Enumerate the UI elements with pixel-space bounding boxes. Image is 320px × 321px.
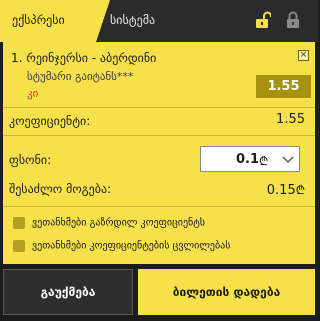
- coefficient-label: კოეფიციენტი:: [9, 114, 91, 128]
- close-icon[interactable]: ×: [298, 50, 309, 61]
- lock-closed-icon[interactable]: [286, 11, 300, 29]
- currency-icon: ₾: [259, 154, 269, 168]
- tab-express-notch: [96, 0, 110, 42]
- accept-odds-changes-label[interactable]: ვეთანხმები კოეფიციენტების ცვლილებას: [32, 241, 230, 252]
- checkbox[interactable]: [13, 240, 25, 252]
- currency-icon: ₾: [295, 183, 305, 197]
- divider: [3, 206, 315, 207]
- divider: [3, 107, 315, 108]
- possible-win-label: შესაძლო მოგება:: [9, 182, 112, 196]
- betslip-panel: 1. რეინჯერსი - აბერდინი სტუმარი გაიტანს*…: [3, 42, 315, 264]
- cancel-button[interactable]: გაუქმება: [3, 269, 133, 315]
- accept-higher-odds-label[interactable]: ვეთანხმები გაზრდილ კოეფიციენტს: [32, 218, 205, 229]
- bet-selection: კი: [27, 87, 39, 100]
- bet-odds: 1.55: [256, 75, 311, 98]
- tab-express-label[interactable]: ექსპრესი: [12, 13, 65, 27]
- bet-title: 1. რეინჯერსი - აბერდინი: [11, 51, 157, 65]
- possible-win-value: 0.15₾: [267, 181, 305, 198]
- place-bet-button[interactable]: ბილეთის დადება: [138, 269, 315, 315]
- chevron-down-icon[interactable]: [281, 153, 295, 165]
- tab-system[interactable]: სისტემა: [110, 13, 155, 27]
- tab-bar: ექსპრესი სისტემა: [0, 0, 318, 42]
- lock-open-icon[interactable]: [255, 11, 271, 29]
- accept-higher-odds-option[interactable]: ვეთანხმები გაზრდილ კოეფიციენტს: [13, 217, 205, 229]
- possible-win-amount: 0.15: [266, 183, 296, 198]
- coefficient-value: 1.55: [276, 112, 305, 127]
- accept-odds-changes-option[interactable]: ვეთანხმები კოეფიციენტების ცვლილებას: [13, 240, 230, 252]
- stake-input[interactable]: 0.1 ₾: [200, 146, 300, 172]
- checkbox[interactable]: [13, 217, 25, 229]
- bet-market: სტუმარი გაიტანს***: [27, 70, 134, 83]
- stake-value[interactable]: 0.1: [236, 152, 259, 167]
- divider: [3, 135, 315, 136]
- stake-label: ფსონი:: [9, 153, 52, 167]
